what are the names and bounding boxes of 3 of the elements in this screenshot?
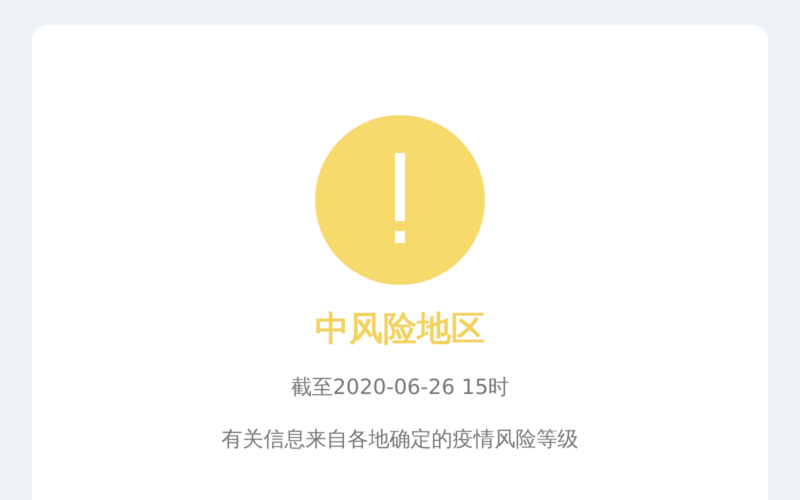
update-time: 截至2020-06-26 15时: [290, 374, 510, 401]
risk-level-title: 中风险地区: [315, 309, 485, 349]
info-note: 有关信息来自各地确定的疫情风险等级: [222, 426, 578, 453]
